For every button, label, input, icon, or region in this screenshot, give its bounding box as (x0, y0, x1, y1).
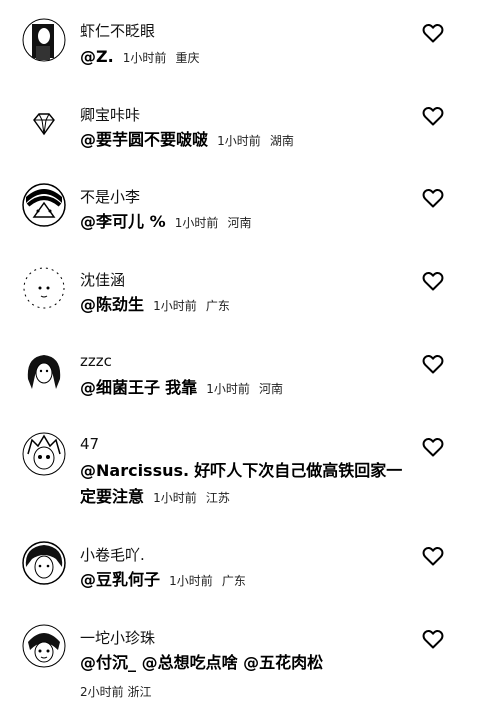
heart-icon (422, 629, 444, 649)
comment-username[interactable]: 小卷毛吖. (80, 544, 145, 565)
comment-location: 河南 (227, 216, 252, 230)
comment-time: 1小时前 (122, 51, 167, 65)
like-button[interactable] (421, 352, 445, 376)
comment-body: @Z. 1小时前 重庆 (80, 44, 410, 71)
comment-body: @李可儿 % 1小时前 河南 (80, 209, 410, 236)
cartoon-avatar-icon (22, 183, 66, 227)
mention[interactable]: @豆乳何子 (80, 570, 160, 589)
like-button[interactable] (421, 544, 445, 568)
sketch-face-avatar-icon (23, 267, 65, 309)
heart-icon (422, 271, 444, 291)
comment-username[interactable]: 47 (80, 435, 99, 453)
like-button[interactable] (421, 186, 445, 210)
avatar[interactable] (22, 624, 66, 668)
comment-username[interactable]: 卿宝咔咔 (80, 104, 140, 125)
heart-icon (422, 188, 444, 208)
mention[interactable]: @李可儿 % (80, 212, 166, 231)
comment-location: 广东 (221, 574, 246, 588)
comment-location: 浙江 (127, 685, 152, 699)
diamond-icon (33, 113, 55, 136)
comment-time: 1小时前 (217, 134, 261, 148)
comment-location: 江苏 (205, 491, 230, 505)
portrait-avatar-icon (23, 350, 65, 392)
cartoon-avatar-icon (22, 624, 66, 668)
comment-location: 湖南 (269, 134, 294, 148)
mention[interactable]: @Narcissus. (80, 461, 189, 480)
comment-location: 重庆 (175, 51, 200, 65)
like-button[interactable] (421, 104, 445, 128)
comment-body: @Narcissus. 好吓人下次自己做高铁回家一定要注意 1小时前 江苏 (80, 458, 410, 511)
comment-time: 1小时前 (169, 574, 213, 588)
heart-icon (422, 354, 444, 374)
heart-icon (422, 437, 444, 457)
avatar[interactable] (22, 432, 66, 476)
mention[interactable]: @细菌王子 (80, 378, 160, 397)
avatar[interactable] (22, 18, 66, 62)
comment-time: 1小时前 (153, 299, 197, 313)
comment-body: @付沉_ @总想吃点啥 @五花肉松 (80, 650, 410, 676)
comment-time: 1小时前 (174, 216, 219, 230)
comment-body: @豆乳何子 1小时前 广东 (80, 567, 410, 594)
comment-body: @陈劲生 1小时前 广东 (80, 292, 410, 319)
comment-text: 我靠 (165, 378, 198, 397)
like-button[interactable] (421, 269, 445, 293)
comment-body: @要芋圆不要啵啵 1小时前 湖南 (80, 127, 410, 154)
like-button[interactable] (421, 21, 445, 45)
mention[interactable]: @要芋圆不要啵啵 (80, 130, 208, 149)
comment-username[interactable]: 不是小李 (80, 186, 140, 207)
comment-time: 1小时前 (206, 382, 250, 396)
avatar[interactable] (22, 541, 66, 585)
comment-username[interactable]: 一坨小珍珠 (80, 627, 155, 648)
like-button[interactable] (421, 435, 445, 459)
portrait-dark-avatar-icon (22, 18, 66, 62)
comment-username[interactable]: zzzc (80, 352, 112, 370)
portrait-avatar-icon (22, 541, 66, 585)
comment-username[interactable]: 虾仁不眨眼 (80, 20, 155, 41)
comment-time: 2小时前 (80, 685, 124, 699)
avatar[interactable] (22, 183, 66, 227)
avatar[interactable] (22, 102, 66, 146)
comment-username[interactable]: 沈佳涵 (80, 269, 125, 290)
heart-icon (422, 23, 444, 43)
comment-location: 河南 (258, 382, 283, 396)
heart-icon (422, 106, 444, 126)
mention[interactable]: @付沉_ @总想吃点啥 @五花肉松 (80, 653, 323, 672)
comment-location: 广东 (205, 299, 230, 313)
comment-meta: 2小时前 浙江 (80, 683, 151, 700)
avatar[interactable] (22, 349, 66, 393)
mention[interactable]: @Z. (80, 47, 114, 66)
mention[interactable]: @陈劲生 (80, 295, 144, 314)
heart-icon (422, 546, 444, 566)
anime-avatar-icon (22, 432, 66, 476)
comment-time: 1小时前 (153, 491, 197, 505)
comment-body: @细菌王子 我靠 1小时前 河南 (80, 375, 410, 402)
like-button[interactable] (421, 627, 445, 651)
avatar[interactable] (22, 266, 66, 310)
